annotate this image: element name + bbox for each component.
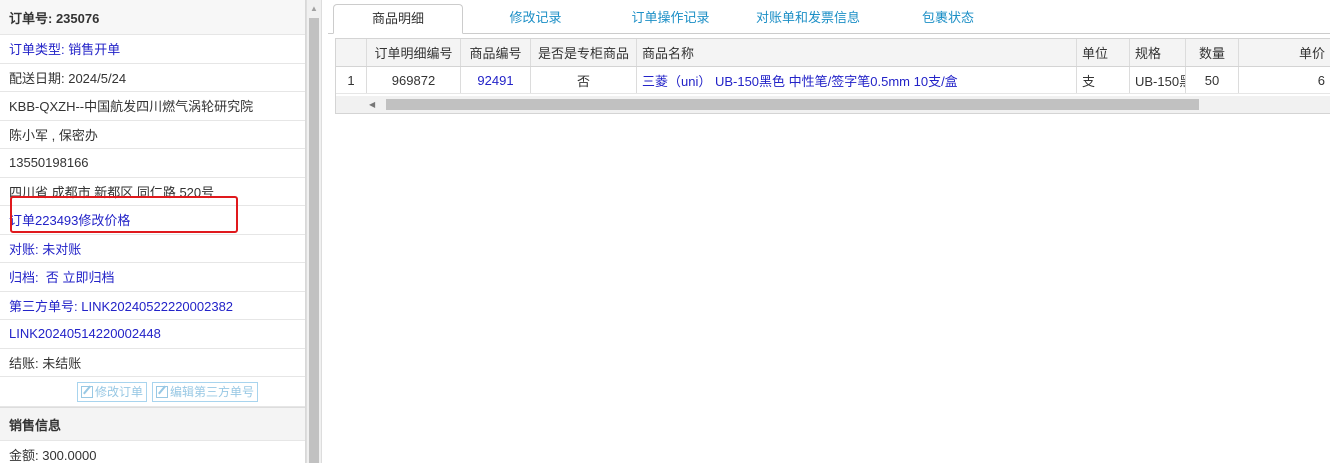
delivery-date: 配送日期: 2024/5/24 (0, 64, 305, 92)
header-product-name[interactable]: 商品名称 (637, 39, 1077, 66)
sales-info-header: 销售信息 (0, 407, 305, 441)
tab-operation-log[interactable]: 订单操作记录 (608, 4, 733, 34)
tab-bar: 商品明细 修改记录 订单操作记录 对账单和发票信息 包裹状态 (328, 0, 1330, 34)
order-number: 订单号: 235076 (0, 0, 305, 35)
scroll-up-icon[interactable]: ▲ (307, 2, 321, 16)
quantity-cell: 50 (1186, 67, 1239, 93)
customer-name: KBB-QXZH--中国航发四川燃气涡轮研究院 (0, 92, 305, 121)
tab-change-log[interactable]: 修改记录 (478, 4, 593, 34)
left-panel-scrollbar[interactable]: ▲ (306, 0, 322, 463)
archive-now-link[interactable]: 立即归档 (63, 267, 115, 286)
unit-cell: 支 (1077, 67, 1130, 93)
edit-order-button[interactable]: 修改订单 (76, 381, 147, 402)
edit-third-party-label: 编辑第三方单号 (170, 385, 255, 399)
product-name-link[interactable]: 三菱（uni） UB-150黑色 中性笔/签字笔0.5mm 10支/盒 (637, 67, 1077, 93)
tab-invoice-info[interactable]: 对账单和发票信息 (743, 4, 873, 34)
header-quantity[interactable]: 数量 (1186, 39, 1239, 66)
scrollbar-thumb[interactable] (309, 18, 319, 463)
detail-panel: 商品明细 修改记录 订单操作记录 对账单和发票信息 包裹状态 订单明细编号 商品… (328, 0, 1330, 463)
detail-id-cell: 969872 (367, 67, 461, 93)
spec-cell: UB-150黑 (1130, 67, 1186, 93)
header-unit-price[interactable]: 单价 (1239, 39, 1330, 66)
scrollbar-thumb[interactable] (386, 99, 1199, 110)
edit-order-label: 修改订单 (94, 385, 143, 399)
product-id-link[interactable]: 92491 (461, 67, 531, 93)
tab-package-status[interactable]: 包裹状态 (893, 4, 1003, 34)
edit-icon (156, 385, 168, 398)
product-grid: 订单明细编号 商品编号 是否是专柜商品 商品名称 单位 规格 数量 单价 1 9… (335, 38, 1330, 114)
scroll-left-icon[interactable]: ◀ (369, 99, 379, 110)
highlight-annotation (10, 196, 238, 233)
header-spec[interactable]: 规格 (1130, 39, 1186, 66)
reconcile-status: 对账: 未对账 (0, 235, 305, 263)
header-detail-id[interactable]: 订单明细编号 (367, 39, 461, 66)
third-party-number-2: LINK20240514220002448 (0, 320, 305, 349)
third-party-number: 第三方单号: LINK20240522220002382 (0, 292, 305, 320)
unit-price-cell: 6 (1239, 67, 1330, 93)
row-index: 1 (336, 67, 367, 93)
archive-value: 否 (45, 270, 59, 286)
phone-number: 13550198166 (0, 149, 305, 178)
contact-person: 陈小军 , 保密办 (0, 121, 305, 149)
sales-amount: 金额: 300.0000 (0, 441, 305, 463)
counter-product-cell: 否 (531, 67, 637, 93)
edit-icon (80, 385, 93, 398)
grid-header-row: 订单明细编号 商品编号 是否是专柜商品 商品名称 单位 规格 数量 单价 (336, 39, 1330, 67)
tab-product-details[interactable]: 商品明细 (333, 4, 463, 34)
table-row[interactable]: 1 969872 92491 否 三菱（uni） UB-150黑色 中性笔/签字… (336, 67, 1330, 94)
order-type: 订单类型: 销售开单 (0, 35, 305, 64)
archive-status: 归档: 否 立即归档 (0, 263, 305, 292)
edit-third-party-button[interactable]: 编辑第三方单号 (152, 381, 259, 402)
header-index (336, 39, 367, 66)
header-product-id[interactable]: 商品编号 (461, 39, 531, 66)
header-counter-product[interactable]: 是否是专柜商品 (531, 39, 637, 66)
archive-label: 归档: (9, 270, 39, 286)
grid-horizontal-scrollbar[interactable]: ◀ (336, 96, 1330, 113)
order-actions: 修改订单 编辑第三方单号 (0, 377, 305, 407)
settlement-status: 结账: 未结账 (0, 349, 305, 377)
header-unit[interactable]: 单位 (1077, 39, 1130, 66)
